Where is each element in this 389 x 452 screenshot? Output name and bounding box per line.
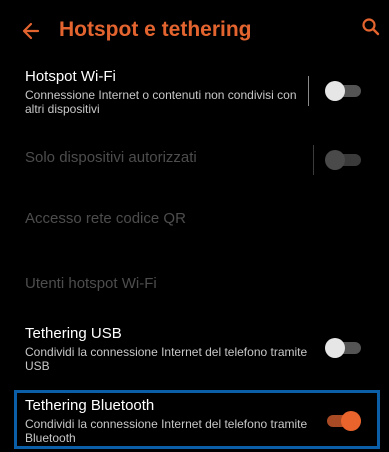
app-bar: Hotspot e tethering — [0, 0, 389, 62]
setting-hotspot-wifi[interactable]: Hotspot Wi-Fi Connessione Internet o con… — [0, 62, 389, 132]
divider — [308, 76, 309, 106]
setting-subtitle: Condividi la connessione Internet del te… — [25, 345, 308, 373]
toggle-thumb — [341, 411, 361, 431]
divider — [313, 145, 314, 175]
toggle-thumb — [325, 81, 345, 101]
page-title: Hotspot e tethering — [59, 18, 252, 41]
setting-title: Utenti hotspot Wi-Fi — [25, 275, 157, 292]
setting-authorized-devices[interactable]: Solo dispositivi autorizzati — [0, 132, 389, 188]
authorized-devices-toggle[interactable] — [325, 148, 361, 172]
setting-title: Tethering USB — [25, 325, 122, 342]
setting-subtitle: Condividi la connessione Internet del te… — [25, 417, 308, 445]
setting-title: Accesso rete codice QR — [25, 210, 186, 227]
setting-usb-tethering[interactable]: Tethering USB Condividi la connessione I… — [0, 316, 389, 388]
toggle-thumb — [325, 150, 345, 170]
search-icon[interactable] — [361, 17, 381, 37]
setting-qr-code-access[interactable]: Accesso rete codice QR — [0, 188, 389, 250]
setting-title: Hotspot Wi-Fi — [25, 68, 116, 85]
bluetooth-tethering-toggle[interactable] — [325, 409, 361, 433]
hotspot-tethering-screen: Hotspot e tethering Hotspot Wi-Fi Connes… — [0, 0, 389, 452]
setting-hotspot-users[interactable]: Utenti hotspot Wi-Fi — [0, 250, 389, 316]
setting-bluetooth-tethering[interactable]: Tethering Bluetooth Condividi la conness… — [0, 388, 389, 452]
toggle-thumb — [325, 338, 345, 358]
usb-tethering-toggle[interactable] — [325, 336, 361, 360]
setting-title: Solo dispositivi autorizzati — [25, 149, 197, 166]
setting-title: Tethering Bluetooth — [25, 397, 155, 414]
arrow-left-icon[interactable] — [22, 20, 40, 42]
setting-subtitle: Connessione Internet o contenuti non con… — [25, 88, 297, 116]
hotspot-wifi-toggle[interactable] — [325, 79, 361, 103]
